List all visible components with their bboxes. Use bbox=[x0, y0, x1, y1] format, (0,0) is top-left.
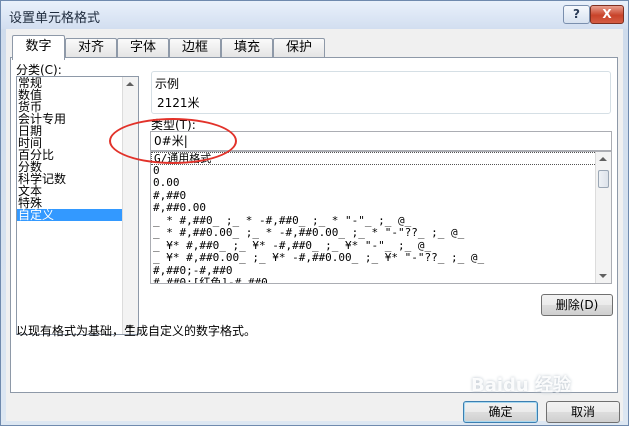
ok-button[interactable]: 确定 bbox=[463, 401, 538, 423]
format-item[interactable]: _ ¥* #,##0_ ;_ ¥* -#,##0_ ;_ ¥* "-"_ ;_ … bbox=[151, 240, 611, 253]
dialog-window: 设置单元格格式 ? X 数字 对齐 字体 边框 填充 保护 分类(C): 常规数… bbox=[0, 0, 629, 426]
title-bar[interactable]: 设置单元格格式 ? X bbox=[1, 1, 628, 29]
sample-value: 2121米 bbox=[157, 96, 200, 110]
watermark-logo: Baidu 经验 bbox=[471, 375, 572, 396]
tab-protection[interactable]: 保护 bbox=[273, 38, 325, 58]
format-description: 以现有格式为基础，生成自定义的数字格式。 bbox=[16, 324, 257, 338]
format-item[interactable]: 0 bbox=[151, 165, 611, 178]
tab-font[interactable]: 字体 bbox=[117, 38, 169, 58]
number-tab-panel: 分类(C): 常规 数值 货币 会计专用 日期 时间 百分比 分数 科学记数 文本 特殊 自定义 示例… bbox=[10, 57, 618, 393]
delete-button[interactable]: 删除(D) bbox=[541, 294, 613, 316]
annotation-circle bbox=[109, 118, 237, 164]
close-button[interactable]: X bbox=[590, 5, 624, 24]
dialog-body: 数字 对齐 字体 边框 填充 保护 分类(C): 常规 数值 货币 会计专用 日期 时间百… bbox=[6, 29, 623, 423]
format-item[interactable]: #,##0;-#,##0 bbox=[151, 265, 611, 278]
format-items: G/通用格式 0 0.00 #,##0 #,##0.00 _ * #,##0_ ;_ * … bbox=[151, 152, 611, 283]
category-list[interactable]: 常规 数值 货币 会计专用 日期 时间 百分比 分数 科学记数 文本 特殊 自定义 bbox=[16, 76, 139, 335]
format-scrollbar[interactable] bbox=[595, 152, 611, 283]
format-item[interactable]: 0.00 bbox=[151, 177, 611, 190]
tab-alignment[interactable]: 对齐 bbox=[65, 38, 117, 58]
help-button[interactable]: ? bbox=[563, 5, 590, 24]
format-item[interactable]: _ * #,##0.00_ ;_ * -#,##0.00_ ;_ * "-"??… bbox=[151, 227, 611, 240]
format-item[interactable]: #,##0 bbox=[151, 190, 611, 203]
sample-label: 示例 bbox=[153, 75, 182, 92]
format-item[interactable]: _ ¥* #,##0.00_ ;_ ¥* -#,##0.00_ ;_ ¥* "-… bbox=[151, 252, 611, 265]
category-item[interactable]: 自定义 bbox=[17, 209, 138, 221]
sample-group bbox=[151, 71, 611, 114]
window-title: 设置单元格格式 bbox=[9, 11, 101, 26]
tab-fill[interactable]: 填充 bbox=[221, 38, 273, 58]
scroll-up-icon[interactable] bbox=[126, 82, 134, 86]
format-item[interactable]: _ * #,##0_ ;_ * -#,##0_ ;_ * "-"_ ;_ @_ bbox=[151, 215, 611, 228]
category-scrollbar[interactable] bbox=[122, 77, 138, 334]
scroll-thumb[interactable] bbox=[598, 170, 609, 188]
scroll-down-icon[interactable] bbox=[599, 274, 607, 278]
cancel-button[interactable]: 取消 bbox=[546, 401, 620, 423]
tab-number[interactable]: 数字 bbox=[12, 35, 65, 60]
format-item[interactable]: #,##0;[红色]-#,##0 bbox=[151, 277, 611, 283]
tab-border[interactable]: 边框 bbox=[169, 38, 221, 58]
format-list[interactable]: G/通用格式 0 0.00 #,##0 #,##0.00 _ * #,##0_ ;_ * … bbox=[150, 151, 612, 284]
format-item[interactable]: #,##0.00 bbox=[151, 202, 611, 215]
scroll-up-icon[interactable] bbox=[599, 157, 607, 161]
